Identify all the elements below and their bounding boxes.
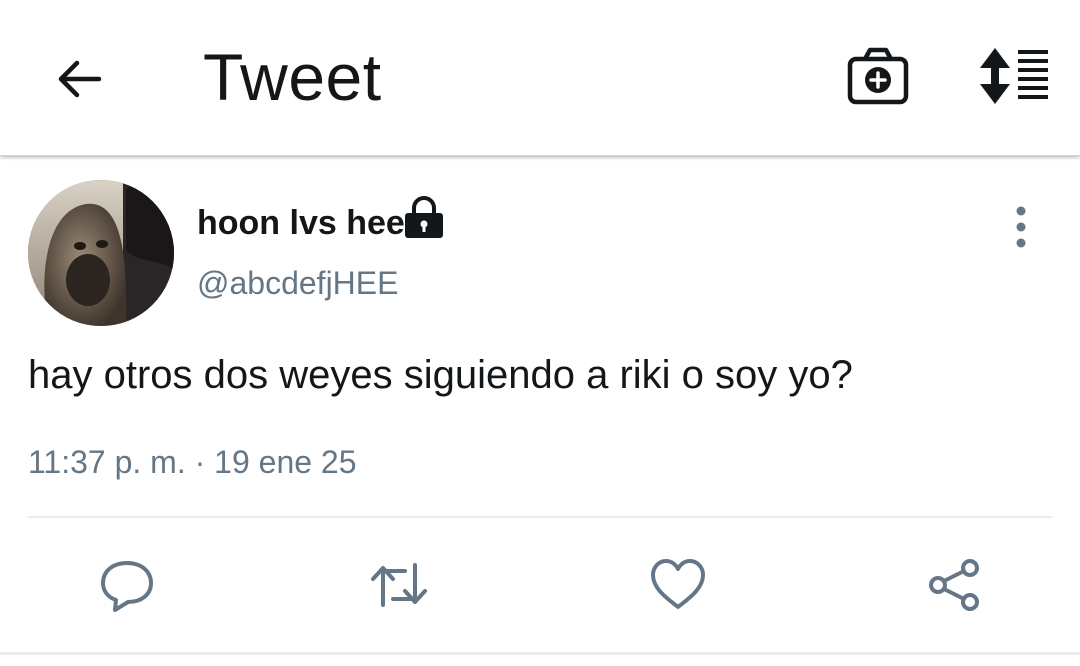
user-handle[interactable]: @abcdefjHEE: [197, 262, 398, 304]
avatar[interactable]: [28, 180, 174, 326]
share-icon: [929, 559, 979, 611]
like-button[interactable]: [648, 555, 708, 615]
sort-button[interactable]: [976, 46, 1050, 106]
user-display-name[interactable]: hoon lvs hee: [197, 201, 405, 245]
lock-icon: [403, 196, 445, 240]
tweet-text: hay otros dos weyes siguiendo a riki o s…: [28, 353, 853, 397]
sort-list-icon: [980, 48, 1048, 104]
camera-button[interactable]: [845, 44, 911, 110]
divider: [0, 652, 1080, 655]
reply-icon: [101, 561, 153, 612]
share-button[interactable]: [924, 555, 984, 615]
retweet-icon: [371, 563, 427, 607]
reply-button[interactable]: [97, 555, 157, 615]
tweet-detail-screen: Tweet hoon lvs hee @abcdefjHEE hay otros…: [0, 0, 1080, 666]
retweet-button[interactable]: [369, 555, 429, 615]
avatar-image: [28, 180, 174, 326]
divider: [28, 516, 1052, 518]
top-app-bar: Tweet: [0, 0, 1080, 156]
tweet-timestamp: 11:37 p. m. · 19 ene 25: [28, 444, 357, 480]
camera-plus-icon: [847, 47, 909, 105]
arrow-left-icon: [58, 60, 102, 98]
more-vertical-icon: [1016, 206, 1026, 248]
more-options-button[interactable]: [1004, 205, 1038, 249]
heart-icon: [651, 559, 705, 609]
page-title: Tweet: [203, 40, 382, 114]
back-button[interactable]: [48, 48, 110, 110]
